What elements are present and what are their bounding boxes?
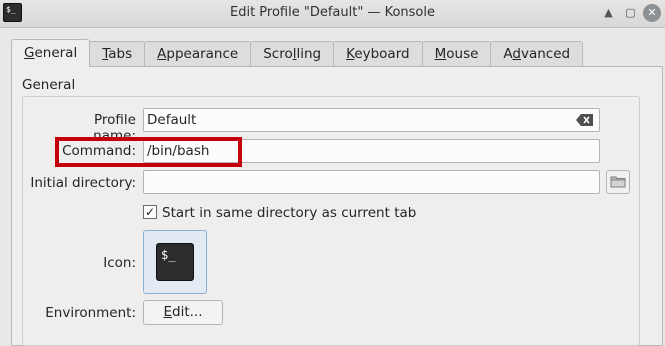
tab-tabs[interactable]: Tabs xyxy=(89,41,146,67)
window-title: Edit Profile "Default" — Konsole xyxy=(230,5,435,20)
tab-advanced[interactable]: Advanced xyxy=(490,41,584,67)
folder-icon xyxy=(610,176,626,188)
icon-label: Icon: xyxy=(103,255,136,271)
tab-appearance[interactable]: Appearance xyxy=(144,41,252,67)
group-title: General xyxy=(22,77,76,93)
profile-name-field[interactable]: Default xyxy=(143,108,600,132)
maximize-icon[interactable]: ▢ xyxy=(621,4,640,21)
tab-general[interactable]: General xyxy=(11,39,91,67)
initial-directory-label: Initial directory: xyxy=(30,175,136,191)
tab-mouse[interactable]: Mouse xyxy=(421,41,492,67)
start-same-dir-label[interactable]: Start in same directory as current tab xyxy=(162,205,416,221)
profile-name-value: Default xyxy=(147,112,197,128)
clear-text-icon[interactable] xyxy=(576,114,593,126)
close-icon[interactable]: ✕ xyxy=(643,4,661,22)
tab-keyboard[interactable]: Keyboard xyxy=(333,41,423,67)
profile-icon-button[interactable]: $_ xyxy=(143,230,207,294)
keep-above-up-arrow-icon[interactable]: ▲ xyxy=(599,4,618,21)
tab-bar: General Tabs Appearance Scrolling Keyboa… xyxy=(11,39,584,67)
initial-directory-field[interactable] xyxy=(143,170,600,194)
command-highlight-box xyxy=(55,137,242,167)
browse-folder-button[interactable] xyxy=(606,170,630,194)
start-same-dir-checkbox[interactable]: ✓ xyxy=(143,205,157,219)
tab-scrolling[interactable]: Scrolling xyxy=(250,41,335,67)
title-bar[interactable]: $_ Edit Profile "Default" — Konsole ▲ ▢ … xyxy=(0,0,665,28)
environment-edit-button[interactable]: Edit... xyxy=(143,300,223,325)
environment-label: Environment: xyxy=(45,305,136,321)
terminal-icon: $_ xyxy=(156,243,194,281)
